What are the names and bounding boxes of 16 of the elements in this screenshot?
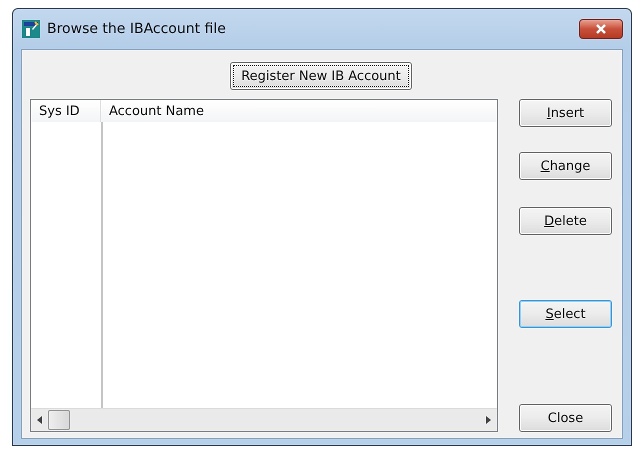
horizontal-scrollbar[interactable] (31, 408, 497, 431)
close-button[interactable] (579, 19, 623, 39)
app-icon (21, 19, 41, 39)
action-button[interactable]: Close (519, 404, 612, 432)
action-button[interactable]: Insert (519, 99, 612, 127)
left-arrow-icon[interactable] (37, 416, 42, 424)
close-icon (595, 24, 607, 34)
window-title: Browse the IBAccount file (47, 21, 226, 37)
action-button[interactable]: Change (519, 152, 612, 180)
register-account-button[interactable]: Register New IB Account (230, 62, 412, 90)
column-header[interactable]: Sys ID (31, 100, 101, 122)
column-header[interactable]: Account Name (101, 100, 497, 122)
right-arrow-icon[interactable] (486, 416, 491, 424)
action-button[interactable]: Select (519, 300, 612, 328)
action-button[interactable]: Delete (519, 207, 612, 235)
scroll-thumb[interactable] (48, 410, 70, 430)
